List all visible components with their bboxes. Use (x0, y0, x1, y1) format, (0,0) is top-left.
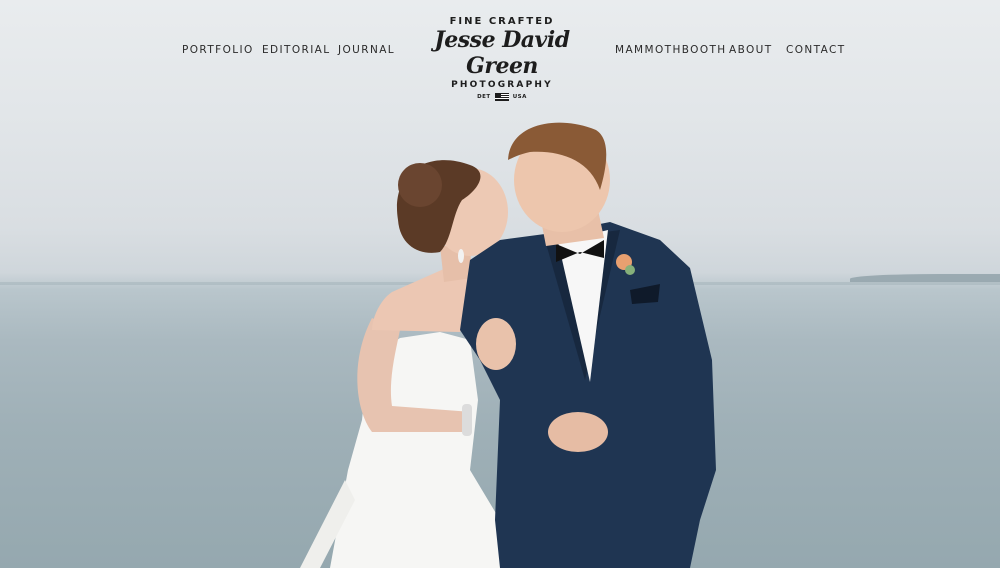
main-navigation: PORTFOLIO EDITORIAL JOURNAL FINE CRAFTED… (0, 0, 1000, 101)
logo-tagline-top: FINE CRAFTED (449, 16, 555, 27)
nav-editorial[interactable]: EDITORIAL (262, 44, 331, 56)
nav-contact[interactable]: CONTACT (786, 44, 846, 56)
nav-portfolio[interactable]: PORTFOLIO (182, 44, 254, 56)
hero-photo: PORTFOLIO EDITORIAL JOURNAL FINE CRAFTED… (0, 0, 1000, 568)
nav-about[interactable]: ABOUT (729, 44, 773, 56)
logo-tagline-bottom: PHOTOGRAPHY (451, 80, 553, 90)
logo-name: Jesse David Green (434, 27, 570, 79)
logo-loc-right: USA (512, 94, 527, 100)
us-flag-icon (494, 93, 509, 101)
site-logo[interactable]: FINE CRAFTED Jesse David Green PHOTOGRAP… (410, 16, 594, 101)
nav-mammothbooth[interactable]: MAMMOTHBOOTH (615, 44, 727, 56)
logo-location: DET USA (410, 93, 594, 101)
nav-journal[interactable]: JOURNAL (338, 44, 395, 56)
logo-loc-left: DET (477, 94, 491, 100)
